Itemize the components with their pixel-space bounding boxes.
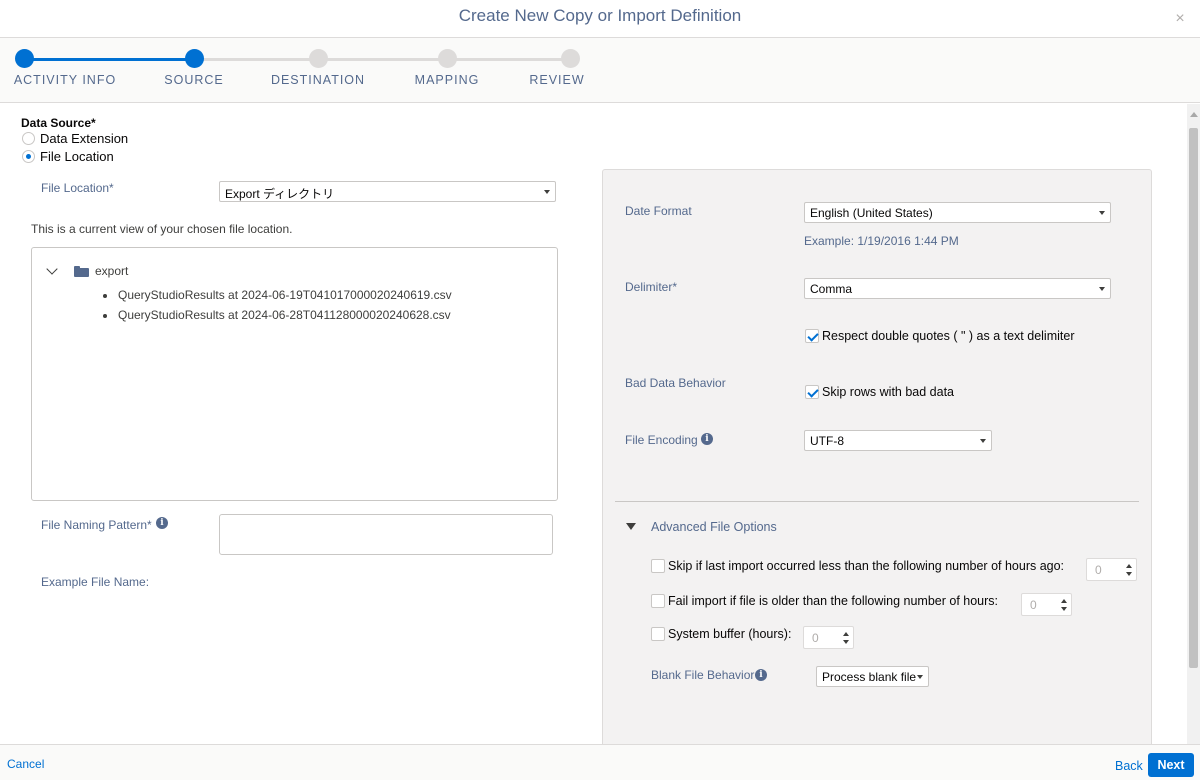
file-naming-pattern-label: File Naming Pattern*	[41, 518, 152, 532]
bad-data-behavior-label: Bad Data Behavior	[625, 376, 726, 390]
delimiter-value: Comma	[810, 282, 853, 296]
respect-quotes-label[interactable]: Respect double quotes ( " ) as a text de…	[822, 329, 1074, 343]
fail-import-checkbox[interactable]	[651, 594, 665, 608]
collapse-triangle-icon[interactable]	[626, 523, 636, 530]
modal-header: Create New Copy or Import Definition ×	[0, 0, 1200, 38]
tree-folder-name[interactable]: export	[95, 264, 128, 278]
date-format-select[interactable]: English (United States)	[804, 202, 1111, 223]
cancel-button[interactable]: Cancel	[7, 757, 44, 771]
blank-file-behavior-select[interactable]: Process blank file	[816, 666, 929, 687]
skip-if-recent-label[interactable]: Skip if last import occurred less than t…	[668, 559, 1064, 573]
file-location-value: Export ディレクトリ	[225, 187, 335, 201]
info-icon[interactable]: i	[156, 517, 168, 529]
blank-file-behavior-value: Process blank file	[822, 670, 917, 684]
scrollbar-thumb[interactable]	[1189, 128, 1198, 668]
blank-file-behavior-label: Blank File Behavior	[651, 668, 755, 682]
progress-stepper: ACTIVITY INFO SOURCE DESTINATION MAPPING…	[0, 38, 1200, 103]
modal-content: Data Source* Data Extension File Locatio…	[0, 104, 1187, 744]
fail-import-hours-value: 0	[1030, 598, 1037, 612]
respect-quotes-checkbox[interactable]	[805, 329, 819, 343]
step-activity-info-dot[interactable]	[15, 49, 34, 68]
decrement-icon[interactable]	[843, 640, 849, 644]
modal-title: Create New Copy or Import Definition	[458, 6, 742, 25]
system-buffer-label[interactable]: System buffer (hours):	[668, 627, 791, 641]
fail-import-label[interactable]: Fail import if file is older than the fo…	[668, 594, 998, 608]
decrement-icon[interactable]	[1061, 607, 1067, 611]
step-source-dot[interactable]	[185, 49, 204, 68]
skip-bad-rows-checkbox[interactable]	[805, 385, 819, 399]
progress-track-complete	[24, 58, 194, 61]
skip-if-hours-value: 0	[1095, 563, 1102, 577]
info-icon[interactable]: i	[701, 433, 713, 445]
delimiter-label: Delimiter*	[625, 280, 678, 294]
progress-track-remaining	[194, 58, 570, 61]
file-tree: export QueryStudioResults at 2024-06-19T…	[31, 247, 558, 501]
step-destination-dot[interactable]	[309, 49, 328, 68]
chevron-down-icon	[980, 439, 986, 443]
increment-icon[interactable]	[843, 632, 849, 636]
step-activity-info-label[interactable]: ACTIVITY INFO	[14, 73, 116, 87]
file-location-label: File Location*	[41, 181, 114, 195]
modal-footer: Cancel Back Next	[0, 744, 1200, 780]
example-file-name-label: Example File Name:	[41, 575, 150, 589]
bullet-icon	[103, 294, 107, 298]
chevron-down-icon[interactable]	[46, 263, 58, 275]
radio-data-extension[interactable]	[22, 132, 35, 145]
chevron-down-icon	[917, 675, 923, 679]
step-mapping-dot[interactable]	[438, 49, 457, 68]
skip-bad-rows-label[interactable]: Skip rows with bad data	[822, 385, 954, 399]
file-encoding-label: File Encoding	[625, 433, 698, 447]
divider	[615, 501, 1139, 502]
date-format-label: Date Format	[625, 204, 692, 218]
close-icon[interactable]: ×	[1170, 9, 1190, 29]
info-icon[interactable]: i	[755, 669, 767, 681]
step-mapping-label[interactable]: MAPPING	[415, 73, 480, 87]
skip-if-hours-input[interactable]: 0	[1086, 558, 1137, 581]
file-location-note: This is a current view of your chosen fi…	[31, 222, 293, 236]
file-location-select[interactable]: Export ディレクトリ	[219, 181, 556, 202]
data-source-label: Data Source*	[21, 116, 96, 130]
fail-import-hours-input[interactable]: 0	[1021, 593, 1072, 616]
system-buffer-input[interactable]: 0	[803, 626, 854, 649]
file-encoding-value: UTF-8	[810, 434, 844, 448]
step-review-dot[interactable]	[561, 49, 580, 68]
folder-icon	[74, 266, 89, 277]
advanced-file-options-toggle[interactable]: Advanced File Options	[651, 520, 777, 534]
step-review-label[interactable]: REVIEW	[529, 73, 584, 87]
step-source-label[interactable]: SOURCE	[164, 73, 223, 87]
tree-file-item[interactable]: QueryStudioResults at 2024-06-28T0411280…	[118, 308, 451, 322]
step-destination-label[interactable]: DESTINATION	[271, 73, 365, 87]
chevron-down-icon	[544, 190, 550, 194]
tree-file-item[interactable]: QueryStudioResults at 2024-06-19T0410170…	[118, 288, 452, 302]
chevron-down-icon	[1099, 211, 1105, 215]
next-button[interactable]: Next	[1148, 753, 1194, 777]
skip-if-recent-checkbox[interactable]	[651, 559, 665, 573]
chevron-down-icon	[1099, 287, 1105, 291]
radio-file-location[interactable]	[22, 150, 35, 163]
increment-icon[interactable]	[1126, 564, 1132, 568]
system-buffer-value: 0	[812, 631, 819, 645]
file-encoding-select[interactable]: UTF-8	[804, 430, 992, 451]
back-button[interactable]: Back	[1115, 759, 1143, 773]
radio-file-location-label[interactable]: File Location	[40, 149, 114, 164]
increment-icon[interactable]	[1061, 599, 1067, 603]
date-format-value: English (United States)	[810, 206, 933, 220]
radio-data-extension-label[interactable]: Data Extension	[40, 131, 128, 146]
delimiter-select[interactable]: Comma	[804, 278, 1111, 299]
file-options-panel: Date Format English (United States) Exam…	[602, 169, 1152, 744]
date-format-example: Example: 1/19/2016 1:44 PM	[804, 234, 959, 248]
bullet-icon	[103, 314, 107, 318]
content-scrollbar[interactable]	[1187, 104, 1200, 744]
scroll-up-icon[interactable]	[1190, 112, 1198, 117]
system-buffer-checkbox[interactable]	[651, 627, 665, 641]
decrement-icon[interactable]	[1126, 572, 1132, 576]
file-naming-pattern-input[interactable]	[219, 514, 553, 555]
